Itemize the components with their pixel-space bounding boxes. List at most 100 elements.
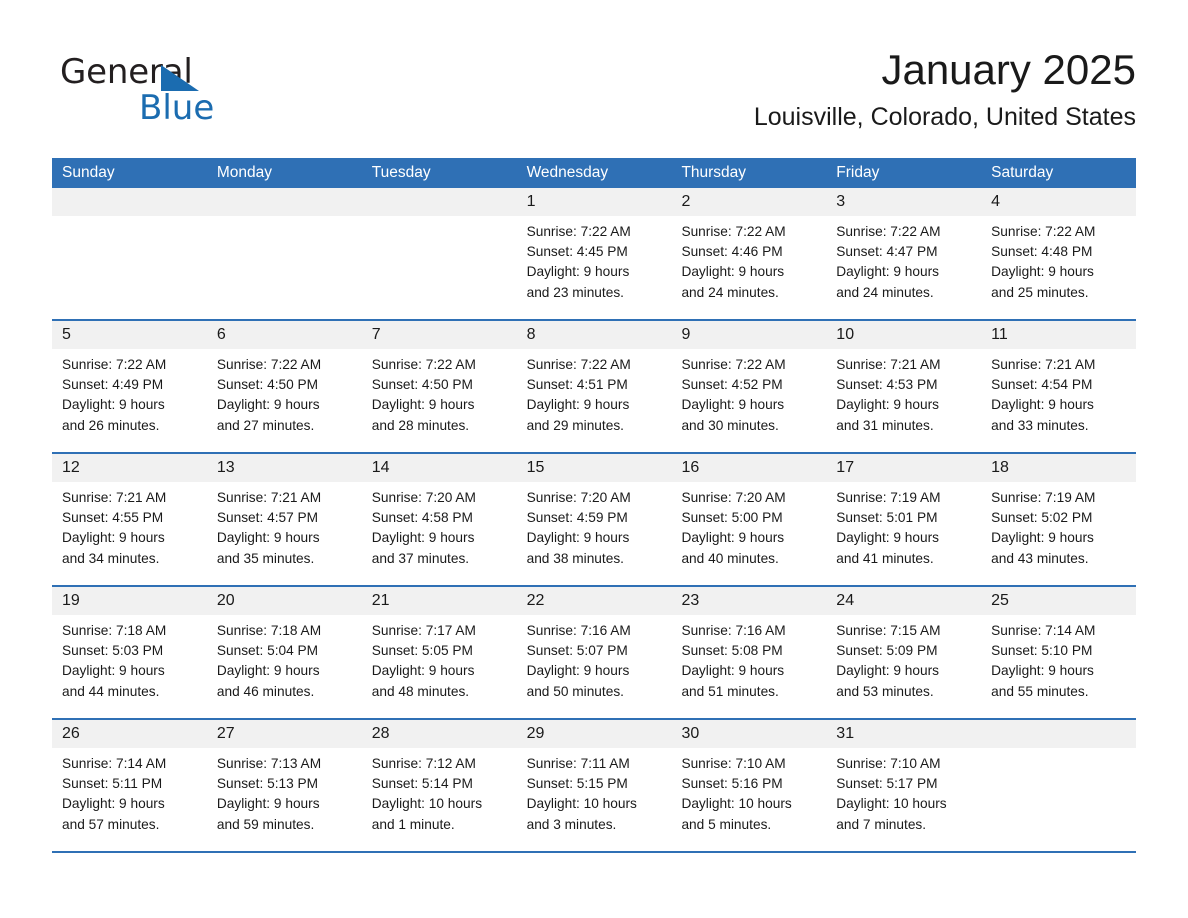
daylight-duration-line1: Daylight: 9 hours <box>991 663 1094 679</box>
sunrise-time: Sunrise: 7:11 AM <box>526 756 630 771</box>
sunrise-time: Sunrise: 7:18 AM <box>216 623 322 638</box>
day-number-band: 8 <box>516 321 672 349</box>
sunset-time: Sunset: 5:10 PM <box>991 643 1093 659</box>
calendar-day-cell[interactable]: 15 Sunrise: 7:20 AM Sunset: 4:59 PM Dayligh… <box>516 454 672 585</box>
day-number: 25 <box>991 592 1009 609</box>
day-number-band: 13 <box>206 454 362 482</box>
day-number-band: 23 <box>671 587 827 615</box>
calendar-day-cell[interactable]: 25 Sunrise: 7:14 AM Sunset: 5:10 PM Dayligh… <box>981 587 1137 718</box>
daylight-duration-line2: and 30 minutes. <box>681 417 779 433</box>
sunset-time: Sunset: 4:45 PM <box>526 244 628 260</box>
calendar-week-row: 5 Sunrise: 7:22 AM Sunset: 4:49 PM Daylight… <box>52 321 1137 454</box>
daylight-duration-line2: and 40 minutes. <box>681 550 779 566</box>
calendar-day-cell[interactable]: 27 Sunrise: 7:13 AM Sunset: 5:13 PM Dayligh… <box>206 720 362 851</box>
day-number: 13 <box>216 459 235 476</box>
sunrise-time: Sunrise: 7:16 AM <box>681 623 786 638</box>
day-number: 29 <box>526 725 545 742</box>
calendar-day-cell[interactable]: 18 Sunrise: 7:19 AM Sunset: 5:02 PM Dayligh… <box>981 454 1137 585</box>
daylight-duration-line1: Daylight: 9 hours <box>836 397 940 413</box>
sunrise-time: Sunrise: 7:14 AM <box>62 756 167 771</box>
calendar-day-cell[interactable]: 23 Sunrise: 7:16 AM Sunset: 5:08 PM Dayligh… <box>671 587 827 718</box>
daylight-duration-line1: Daylight: 9 hours <box>216 663 320 679</box>
day-number: 10 <box>836 326 855 343</box>
day-number-band: 6 <box>206 321 362 349</box>
calendar-day-cell[interactable]: 2 Sunrise: 7:22 AM Sunset: 4:46 PM Daylight… <box>671 188 827 319</box>
calendar-day-cell[interactable]: 3 Sunrise: 7:22 AM Sunset: 4:47 PM Daylight… <box>826 188 982 319</box>
general-blue-logo[interactable]: General Blue <box>60 52 320 132</box>
day-number-band <box>981 720 1137 748</box>
daylight-duration-line2: and 41 minutes. <box>836 550 934 566</box>
sunset-time: Sunset: 5:17 PM <box>836 776 938 792</box>
day-number-band <box>206 188 362 216</box>
day-info: Sunrise: 7:10 AM Sunset: 5:16 PM Daylight:… <box>671 748 826 835</box>
sunset-time: Sunset: 4:52 PM <box>681 377 783 393</box>
calendar-day-cell[interactable]: 1 Sunrise: 7:22 AM Sunset: 4:45 PM Daylight… <box>516 188 672 319</box>
sunrise-time: Sunrise: 7:22 AM <box>62 357 167 372</box>
sunrise-time: Sunrise: 7:22 AM <box>371 357 476 372</box>
day-info: Sunrise: 7:10 AM Sunset: 5:17 PM Daylight:… <box>826 748 981 835</box>
daylight-duration-line1: Daylight: 9 hours <box>526 264 630 280</box>
day-info: Sunrise: 7:21 AM Sunset: 4:54 PM Daylight:… <box>981 349 1136 436</box>
page-title: January 2025 <box>881 46 1136 93</box>
sunset-time: Sunset: 4:54 PM <box>991 377 1093 393</box>
daylight-duration-line2: and 7 minutes. <box>836 816 927 832</box>
calendar-day-cell[interactable]: 14 Sunrise: 7:20 AM Sunset: 4:58 PM Dayligh… <box>361 454 517 585</box>
calendar-day-cell[interactable]: 5 Sunrise: 7:22 AM Sunset: 4:49 PM Daylight… <box>52 321 207 452</box>
day-number-band: 7 <box>361 321 517 349</box>
calendar-day-cell[interactable]: 21 Sunrise: 7:17 AM Sunset: 5:05 PM Dayligh… <box>361 587 517 718</box>
calendar-day-cell[interactable]: 29 Sunrise: 7:11 AM Sunset: 5:15 PM Dayligh… <box>516 720 672 851</box>
day-info: Sunrise: 7:18 AM Sunset: 5:03 PM Daylight:… <box>52 615 207 702</box>
calendar-day-cell[interactable]: 7 Sunrise: 7:22 AM Sunset: 4:50 PM Daylight… <box>361 321 517 452</box>
calendar-day-cell[interactable]: 12 Sunrise: 7:21 AM Sunset: 4:55 PM Dayligh… <box>52 454 207 585</box>
calendar-day-cell[interactable]: 17 Sunrise: 7:19 AM Sunset: 5:01 PM Dayligh… <box>826 454 982 585</box>
daylight-duration-line1: Daylight: 9 hours <box>62 663 165 679</box>
calendar-day-cell[interactable]: 24 Sunrise: 7:15 AM Sunset: 5:09 PM Dayligh… <box>826 587 982 718</box>
calendar-day-cell[interactable]: 20 Sunrise: 7:18 AM Sunset: 5:04 PM Dayligh… <box>206 587 362 718</box>
calendar-day-cell[interactable]: 30 Sunrise: 7:10 AM Sunset: 5:16 PM Dayligh… <box>671 720 827 851</box>
calendar-day-cell-empty <box>206 188 362 319</box>
calendar-day-cell[interactable]: 10 Sunrise: 7:21 AM Sunset: 4:53 PM Dayligh… <box>826 321 982 452</box>
daylight-duration-line2: and 48 minutes. <box>371 683 470 699</box>
weekday-header-tuesday: Tuesday <box>371 164 431 181</box>
weekday-header-wednesday: Wednesday <box>526 164 609 181</box>
sunset-time: Sunset: 4:59 PM <box>526 510 628 526</box>
daylight-duration-line2: and 34 minutes. <box>62 550 160 566</box>
calendar-day-cell[interactable]: 28 Sunrise: 7:12 AM Sunset: 5:14 PM Dayligh… <box>361 720 517 851</box>
calendar-week-row: 1 Sunrise: 7:22 AM Sunset: 4:45 PM Daylight… <box>52 188 1137 321</box>
day-number-band <box>52 188 207 216</box>
calendar-day-cell[interactable]: 4 Sunrise: 7:22 AM Sunset: 4:48 PM Daylight… <box>981 188 1137 319</box>
day-info: Sunrise: 7:22 AM Sunset: 4:50 PM Daylight:… <box>207 349 362 436</box>
calendar-day-cell[interactable]: 19 Sunrise: 7:18 AM Sunset: 5:03 PM Dayligh… <box>52 587 207 718</box>
day-number-band: 4 <box>981 188 1137 216</box>
daylight-duration-line2: and 57 minutes. <box>62 816 160 832</box>
calendar-day-cell[interactable]: 9 Sunrise: 7:22 AM Sunset: 4:52 PM Daylight… <box>671 321 827 452</box>
day-number-band: 24 <box>826 587 982 615</box>
day-number-band: 5 <box>52 321 207 349</box>
sunrise-time: Sunrise: 7:10 AM <box>836 756 941 771</box>
sunset-time: Sunset: 5:01 PM <box>836 510 938 526</box>
daylight-duration-line2: and 44 minutes. <box>62 683 160 699</box>
calendar-day-cell[interactable]: 11 Sunrise: 7:21 AM Sunset: 4:54 PM Dayligh… <box>981 321 1137 452</box>
calendar-day-cell[interactable]: 31 Sunrise: 7:10 AM Sunset: 5:17 PM Dayligh… <box>826 720 982 851</box>
day-number: 6 <box>216 326 226 343</box>
daylight-duration-line1: Daylight: 9 hours <box>526 663 630 679</box>
day-number-band: 30 <box>671 720 827 748</box>
daylight-duration-line2: and 43 minutes. <box>991 550 1089 566</box>
calendar-day-cell[interactable]: 22 Sunrise: 7:16 AM Sunset: 5:07 PM Dayligh… <box>516 587 672 718</box>
calendar-day-cell[interactable]: 26 Sunrise: 7:14 AM Sunset: 5:11 PM Dayligh… <box>52 720 207 851</box>
day-info: Sunrise: 7:20 AM Sunset: 4:59 PM Daylight:… <box>517 482 672 569</box>
sunset-time: Sunset: 4:58 PM <box>371 510 473 526</box>
calendar-day-cell[interactable]: 6 Sunrise: 7:22 AM Sunset: 4:50 PM Daylight… <box>206 321 362 452</box>
sunrise-time: Sunrise: 7:14 AM <box>991 623 1096 638</box>
daylight-duration-line1: Daylight: 9 hours <box>836 530 940 546</box>
day-number: 15 <box>526 459 545 476</box>
sunrise-time: Sunrise: 7:16 AM <box>526 623 631 638</box>
calendar-day-cell[interactable]: 16 Sunrise: 7:20 AM Sunset: 5:00 PM Dayligh… <box>671 454 827 585</box>
sunset-time: Sunset: 5:05 PM <box>371 643 473 659</box>
daylight-duration-line1: Daylight: 9 hours <box>991 530 1094 546</box>
day-info: Sunrise: 7:22 AM Sunset: 4:45 PM Daylight:… <box>517 216 672 303</box>
calendar-day-cell[interactable]: 13 Sunrise: 7:21 AM Sunset: 4:57 PM Dayligh… <box>206 454 362 585</box>
calendar-day-cell[interactable]: 8 Sunrise: 7:22 AM Sunset: 4:51 PM Daylight… <box>516 321 672 452</box>
sunset-time: Sunset: 4:51 PM <box>526 377 628 393</box>
sunset-time: Sunset: 5:11 PM <box>62 776 163 792</box>
